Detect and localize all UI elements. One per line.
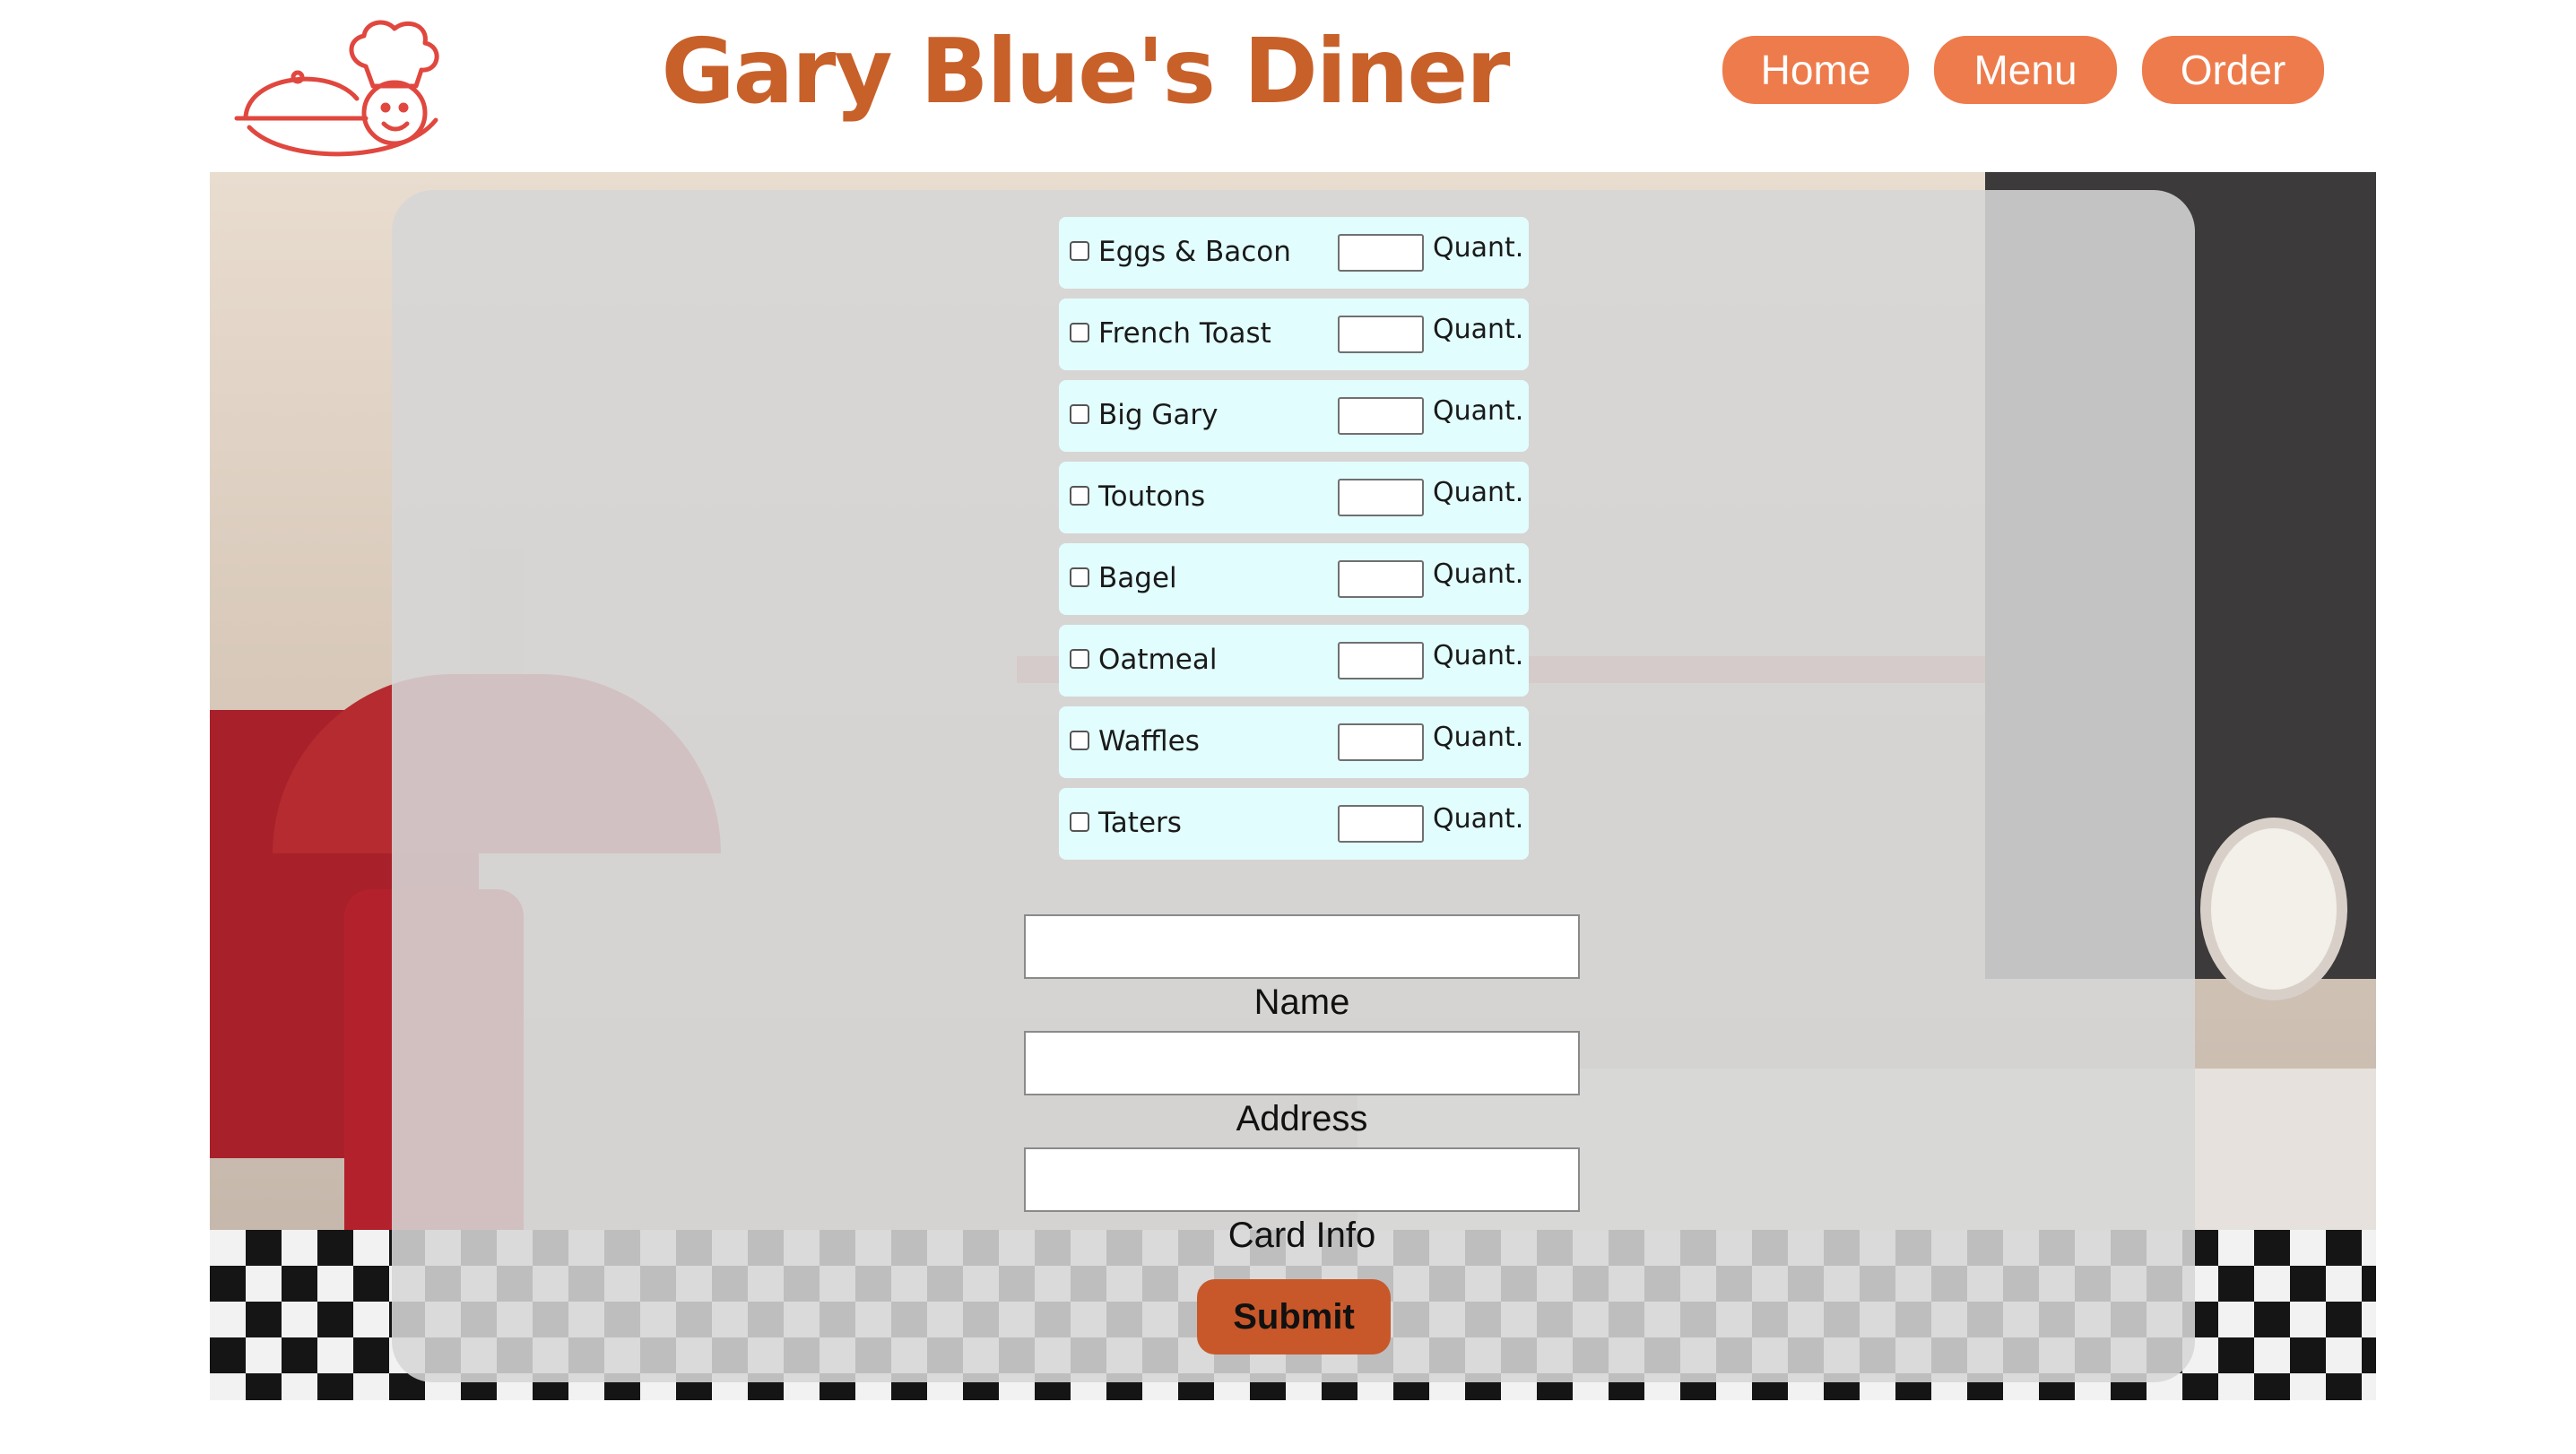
nav-menu-button[interactable]: Menu (1934, 36, 2117, 104)
quantity-input[interactable] (1338, 397, 1424, 435)
quantity-input[interactable] (1338, 479, 1424, 516)
item-label: Waffles (1098, 725, 1200, 757)
submit-button[interactable]: Submit (1197, 1279, 1391, 1354)
item-label: Eggs & Bacon (1098, 236, 1291, 268)
quantity-input[interactable] (1338, 642, 1424, 679)
menu-item-row: Oatmeal Quant. (1059, 625, 1529, 697)
name-input[interactable] (1024, 914, 1580, 979)
quantity-label: Quant. (1433, 640, 1524, 671)
name-label: Name (1253, 982, 1350, 1022)
menu-item-row: Bagel Quant. (1059, 543, 1529, 615)
address-label: Address (1236, 1099, 1368, 1138)
quantity-label: Quant. (1433, 803, 1524, 835)
quantity-label: Quant. (1433, 722, 1524, 753)
quantity-input[interactable] (1338, 805, 1424, 843)
nav-home-button[interactable]: Home (1722, 36, 1909, 104)
item-label: French Toast (1098, 317, 1271, 350)
quantity-input[interactable] (1338, 560, 1424, 598)
item-checkbox[interactable] (1070, 649, 1089, 669)
quantity-input[interactable] (1338, 234, 1424, 272)
menu-item-row: Taters Quant. (1059, 788, 1529, 860)
bg-porthole (2200, 818, 2347, 1000)
quantity-input[interactable] (1338, 723, 1424, 761)
menu-item-row: Big Gary Quant. (1059, 380, 1529, 452)
card-info-label: Card Info (1227, 1216, 1376, 1255)
menu-item-row: Eggs & Bacon Quant. (1059, 217, 1529, 289)
quantity-label: Quant. (1433, 477, 1524, 508)
item-checkbox[interactable] (1070, 812, 1089, 832)
card-info-input[interactable] (1024, 1147, 1580, 1212)
item-checkbox[interactable] (1070, 404, 1089, 424)
item-checkbox[interactable] (1070, 323, 1089, 342)
item-label: Bagel (1098, 562, 1177, 594)
quantity-input[interactable] (1338, 316, 1424, 353)
site-header: Gary Blue's Diner Home Menu Order (0, 0, 2576, 172)
item-checkbox[interactable] (1070, 731, 1089, 750)
item-checkbox[interactable] (1070, 567, 1089, 587)
quantity-label: Quant. (1433, 314, 1524, 345)
item-label: Toutons (1098, 480, 1206, 513)
nav-order-button[interactable]: Order (2142, 36, 2324, 104)
menu-item-row: Waffles Quant. (1059, 706, 1529, 778)
item-label: Oatmeal (1098, 644, 1218, 676)
quantity-label: Quant. (1433, 395, 1524, 427)
chef-with-cloche-icon (234, 20, 439, 157)
item-label: Big Gary (1098, 399, 1219, 431)
menu-item-row: French Toast Quant. (1059, 299, 1529, 370)
site-title: Gary Blue's Diner (661, 19, 1511, 124)
menu-item-row: Toutons Quant. (1059, 462, 1529, 533)
item-checkbox[interactable] (1070, 486, 1089, 506)
item-checkbox[interactable] (1070, 241, 1089, 261)
quantity-label: Quant. (1433, 558, 1524, 590)
address-input[interactable] (1024, 1031, 1580, 1095)
quantity-label: Quant. (1433, 232, 1524, 264)
item-label: Taters (1098, 807, 1182, 839)
